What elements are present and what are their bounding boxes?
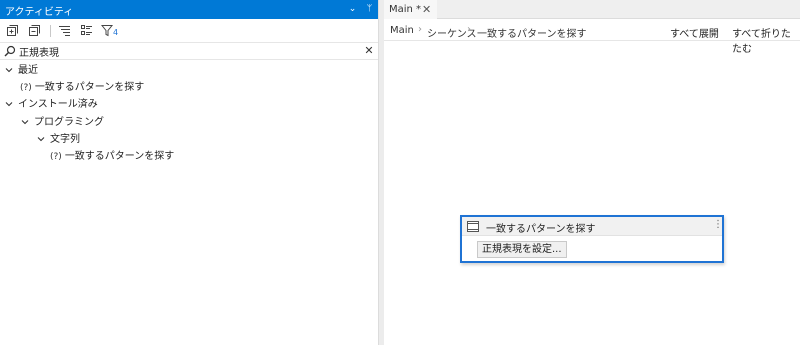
clear-search-icon[interactable]: ✕ — [363, 44, 375, 58]
expand-all-icon[interactable] — [6, 24, 19, 37]
document-tabbar: Main * ✕ — [384, 0, 800, 19]
expand-all-link[interactable]: すべて展開 — [670, 25, 719, 40]
close-icon[interactable]: ✕ — [422, 0, 431, 19]
tree-item-label: インストール済み — [18, 99, 98, 110]
chevron-down-icon[interactable] — [36, 134, 46, 144]
panel-menu-icon[interactable]: ⌄ — [346, 2, 359, 16]
tree-activity-find-matching-patterns[interactable]: (?) 一致するパターンを探す — [50, 148, 174, 165]
window-icon — [467, 221, 479, 232]
activity-card-header[interactable]: 一致するパターンを探す ⋮ — [462, 217, 723, 236]
toolbar-divider — [50, 25, 51, 37]
breadcrumb-item-main[interactable]: Main — [390, 25, 414, 36]
pin-icon[interactable]: ᛘ — [363, 2, 376, 16]
tab-main[interactable]: Main * ✕ — [384, 0, 437, 19]
breadcrumb-item-activity[interactable]: 一致するパターンを探す — [477, 25, 587, 40]
panel-titlebar: アクティビティ ⌄ ᛘ — [0, 0, 378, 19]
collapse-all-link[interactable]: すべて折りたたむ — [732, 25, 800, 55]
collapse-all-icon[interactable] — [28, 24, 41, 37]
tree-activity-find-matching-patterns[interactable]: (?) 一致するパターンを探す — [20, 79, 144, 96]
panel-title: アクティビティ — [5, 7, 74, 18]
regex-icon: (?) — [50, 152, 62, 162]
activities-panel: アクティビティ ⌄ ᛘ 4 正規表現 ✕ 最近 (?) 一致するパターンを探す … — [0, 0, 378, 345]
breadcrumb-separator: › — [467, 24, 471, 35]
more-options-icon[interactable]: ⋮ — [713, 219, 723, 230]
tree-group-recent[interactable]: 最近 — [4, 62, 38, 79]
tree-group-programming[interactable]: プログラミング — [20, 114, 104, 131]
regex-icon: (?) — [20, 83, 32, 93]
activities-toolbar: 4 — [0, 20, 378, 41]
tree-group-installed[interactable]: インストール済み — [4, 96, 98, 113]
search-icon — [4, 45, 16, 57]
search-row: ✕ — [0, 42, 378, 60]
activity-card-title: 一致するパターンを探す — [486, 224, 596, 235]
designer-panel: Main * ✕ Main › シーケンス › 一致するパターンを探す すべて展… — [384, 0, 800, 345]
tree-group-string[interactable]: 文字列 — [36, 131, 80, 148]
activity-card-find-matching-patterns[interactable]: 一致するパターンを探す ⋮ 正規表現を設定... — [460, 215, 724, 263]
tab-label: Main * — [389, 4, 422, 15]
list-view-icon[interactable] — [80, 24, 93, 37]
tree-item-label: 最近 — [18, 65, 38, 76]
configure-regex-button[interactable]: 正規表現を設定... — [477, 241, 567, 258]
tree-item-label: 一致するパターンを探す — [34, 82, 145, 93]
search-input[interactable] — [19, 44, 349, 59]
breadcrumb: Main › シーケンス › 一致するパターンを探す すべて展開 すべて折りたた… — [384, 21, 800, 55]
chevron-down-icon[interactable] — [20, 117, 30, 127]
tree-item-label: プログラミング — [34, 117, 104, 128]
chevron-down-icon[interactable] — [4, 65, 14, 75]
filter-count: 4 — [113, 28, 119, 37]
tree-item-label: 一致するパターンを探す — [64, 151, 175, 162]
tree-item-label: 文字列 — [50, 134, 80, 145]
chevron-down-icon[interactable] — [4, 99, 14, 109]
breadcrumb-separator: › — [418, 24, 422, 35]
sort-icon[interactable] — [58, 24, 71, 37]
